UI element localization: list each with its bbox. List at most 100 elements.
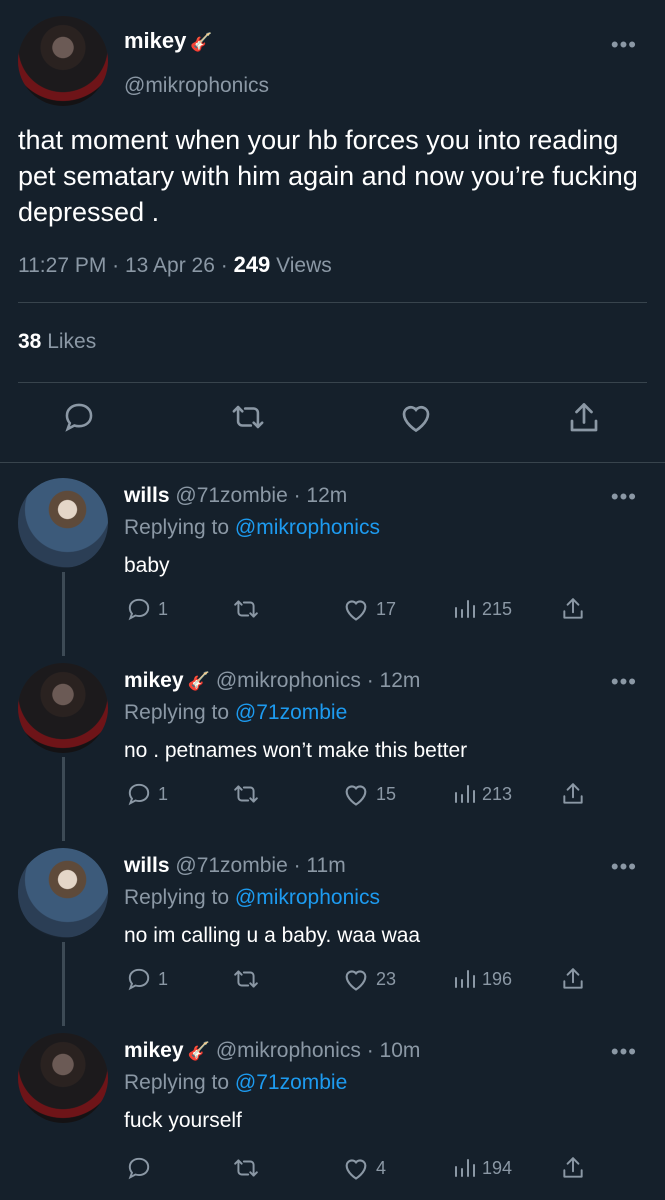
retweet-icon[interactable] <box>228 400 268 439</box>
reply-actions: 1 17 215 <box>0 596 665 626</box>
reply-tweet[interactable]: mikey 🎸 @mikrophonics · 10m ••• Replying … <box>0 1025 665 1200</box>
divider <box>18 302 647 303</box>
tweet-text: that moment when your hb forces you into… <box>18 125 638 227</box>
more-dots-icon[interactable]: ••• <box>611 34 637 56</box>
reply-author-name[interactable]: wills <box>124 484 170 507</box>
replying-to: Replying to @71zombie <box>124 1071 347 1095</box>
reply-author-handle[interactable]: @71zombie <box>175 484 287 507</box>
reply-button[interactable]: 1 <box>126 966 168 992</box>
reply-actions: 1 23 196 <box>0 966 665 996</box>
reply-time[interactable]: 12m <box>380 669 421 692</box>
more-dots-icon[interactable]: ••• <box>611 486 637 508</box>
reply-time[interactable]: 11m <box>306 854 345 877</box>
author-name-text[interactable]: mikey <box>124 28 186 53</box>
meta-separator: · <box>293 484 307 507</box>
share-button[interactable] <box>560 596 586 622</box>
reply-tweet[interactable]: wills @71zombie · 12m ••• Replying to @m… <box>0 470 665 655</box>
avatar[interactable] <box>18 16 108 106</box>
like-count: 15 <box>376 783 397 804</box>
more-dots-icon[interactable]: ••• <box>611 856 637 878</box>
reply-button[interactable]: 1 <box>126 781 168 807</box>
guitar-emoji: 🎸 <box>190 32 213 52</box>
replying-to: Replying to @mikrophonics <box>124 886 380 910</box>
replying-to-link[interactable]: @mikrophonics <box>235 886 380 909</box>
share-button[interactable] <box>560 1155 586 1181</box>
reply-author-handle[interactable]: @mikrophonics <box>216 669 361 692</box>
replying-to-link[interactable]: @mikrophonics <box>235 516 380 539</box>
more-dots-icon[interactable]: ••• <box>611 1041 637 1063</box>
replying-to: Replying to @71zombie <box>124 701 347 725</box>
reply-header: wills @71zombie · 12m <box>124 484 347 508</box>
retweet-button[interactable] <box>230 966 268 992</box>
views-button[interactable]: 213 <box>452 781 512 807</box>
guitar-emoji: 🎸 <box>187 1041 210 1061</box>
likes-label: Likes <box>47 330 97 353</box>
reply-author-name[interactable]: mikey <box>124 1039 184 1062</box>
reply-author-handle[interactable]: @mikrophonics <box>216 1039 361 1062</box>
reply-text: no im calling u a baby. waa waa <box>124 924 421 947</box>
replying-to: Replying to @mikrophonics <box>124 516 380 540</box>
reply-time[interactable]: 10m <box>380 1039 421 1062</box>
like-count: 17 <box>376 598 397 619</box>
share-button[interactable] <box>560 781 586 807</box>
like-button[interactable]: 17 <box>342 596 396 622</box>
share-button[interactable] <box>560 966 586 992</box>
author-name[interactable]: mikey 🎸 <box>124 28 213 54</box>
meta-separator: · <box>112 254 125 277</box>
reply-tweet[interactable]: wills @71zombie · 11m ••• Replying to @m… <box>0 840 665 1025</box>
reply-count: 1 <box>158 783 169 804</box>
more-dots-icon[interactable]: ••• <box>611 671 637 693</box>
like-icon[interactable] <box>398 400 434 439</box>
reply-count: 1 <box>158 598 169 619</box>
reply-icon[interactable] <box>62 400 96 439</box>
retweet-button[interactable] <box>230 1155 268 1181</box>
tweet-time[interactable]: 11:27 PM <box>18 254 106 277</box>
reply-actions: 1 15 213 <box>0 781 665 811</box>
reply-author-name[interactable]: mikey <box>124 669 184 692</box>
views-count: 249 <box>233 252 271 277</box>
view-count: 215 <box>482 598 513 619</box>
reply-time[interactable]: 12m <box>306 484 347 507</box>
tweet-meta: 11:27 PM · 13 Apr 26 · 249 Views <box>18 252 332 278</box>
replying-to-label: Replying to <box>124 516 230 539</box>
reply-header: mikey 🎸 @mikrophonics · 10m <box>124 1039 420 1063</box>
views-button[interactable]: 196 <box>452 966 512 992</box>
divider <box>0 462 665 463</box>
guitar-emoji: 🎸 <box>187 671 210 691</box>
reply-button[interactable]: 1 <box>126 596 168 622</box>
reply-button[interactable] <box>126 1155 158 1181</box>
view-count: 194 <box>482 1157 513 1178</box>
like-button[interactable]: 15 <box>342 781 396 807</box>
avatar[interactable] <box>18 1033 108 1123</box>
replying-to-link[interactable]: @71zombie <box>235 701 347 724</box>
views-button[interactable]: 215 <box>452 596 512 622</box>
reply-text: fuck yourself <box>124 1109 242 1132</box>
replying-to-label: Replying to <box>124 1071 230 1094</box>
replying-to-label: Replying to <box>124 886 230 909</box>
reply-count: 1 <box>158 968 169 989</box>
like-button[interactable]: 23 <box>342 966 396 992</box>
likes-summary[interactable]: 38 Likes <box>18 330 96 354</box>
avatar[interactable] <box>18 663 108 753</box>
meta-separator: · <box>293 854 307 877</box>
reply-actions: 4 194 <box>0 1155 665 1185</box>
reply-header: wills @71zombie · 11m <box>124 854 346 878</box>
view-count: 196 <box>482 968 513 989</box>
reply-tweet[interactable]: mikey 🎸 @mikrophonics · 12m ••• Replying … <box>0 655 665 840</box>
view-count: 213 <box>482 783 513 804</box>
tweet-date[interactable]: 13 Apr 26 <box>125 254 215 277</box>
avatar[interactable] <box>18 848 108 938</box>
reply-text: baby <box>124 554 170 577</box>
replying-to-link[interactable]: @71zombie <box>235 1071 347 1094</box>
like-count: 23 <box>376 968 397 989</box>
reply-author-handle[interactable]: @71zombie <box>175 854 287 877</box>
share-icon[interactable] <box>566 400 602 441</box>
avatar[interactable] <box>18 478 108 568</box>
reply-author-name[interactable]: wills <box>124 854 170 877</box>
retweet-button[interactable] <box>230 596 268 622</box>
reply-header: mikey 🎸 @mikrophonics · 12m <box>124 669 420 693</box>
like-button[interactable]: 4 <box>342 1155 386 1181</box>
retweet-button[interactable] <box>230 781 268 807</box>
views-button[interactable]: 194 <box>452 1155 512 1181</box>
author-handle[interactable]: @mikrophonics <box>124 74 269 98</box>
